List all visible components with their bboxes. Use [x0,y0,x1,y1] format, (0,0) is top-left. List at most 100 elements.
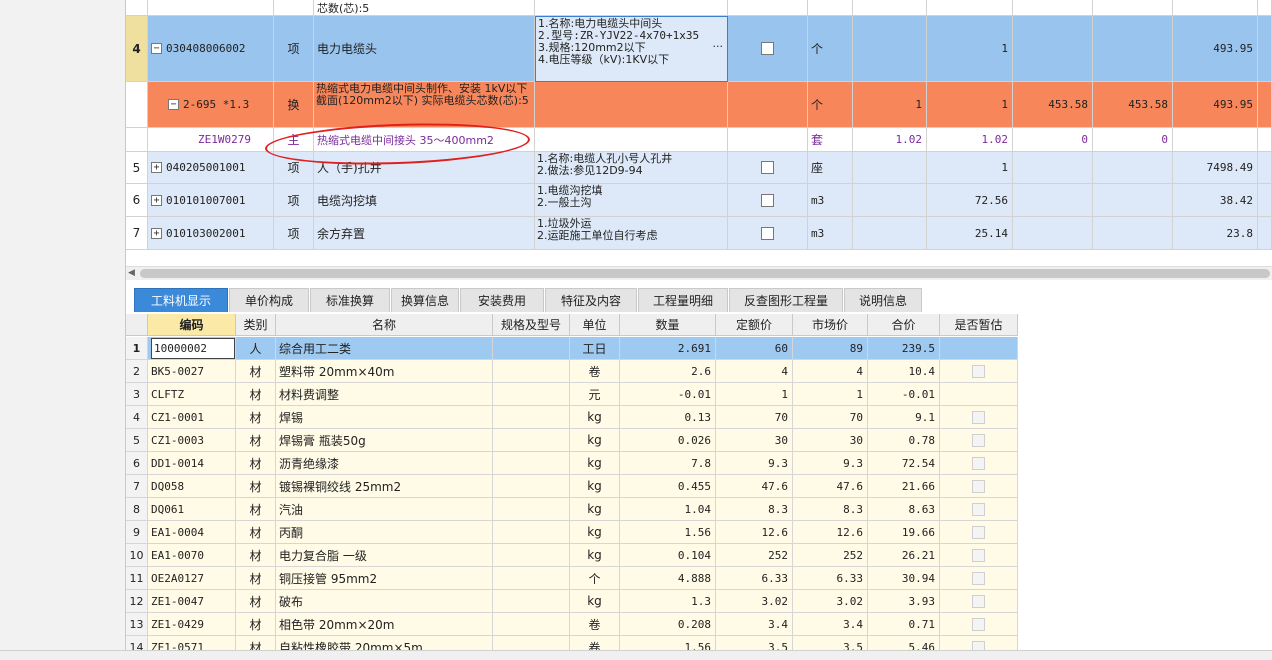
provisional-flag[interactable] [940,406,1018,429]
material-code[interactable]: ZE1-0571 [148,636,236,650]
total-price[interactable]: 10.4 [868,360,940,383]
expand-icon[interactable]: + [151,194,162,206]
market-price[interactable]: 3.5 [793,636,868,650]
material-unit[interactable]: kg [570,544,620,567]
material-unit[interactable]: 卷 [570,360,620,383]
more-button[interactable]: ··· [713,41,724,53]
material-name[interactable]: 焊锡 [276,406,493,429]
material-category[interactable]: 材 [236,567,276,590]
material-quantity[interactable]: 0.104 [620,544,716,567]
material-category[interactable]: 材 [236,452,276,475]
table-row[interactable]: 12 ZE1-0047 材破布 kg 1.3 3.02 3.02 3.93 [126,590,1018,613]
provisional-flag[interactable] [940,590,1018,613]
feature-cell[interactable]: 1.电缆沟挖填 2.一般土沟 [535,184,728,217]
material-category[interactable]: 材 [236,521,276,544]
checkbox[interactable] [972,548,985,562]
material-code[interactable]: CZ1-0003 [148,429,236,452]
expand-icon[interactable]: + [151,162,162,173]
total-price[interactable]: -0.01 [868,383,940,406]
table-row[interactable]: −2-695 *1.3 换 热缩式电力电缆中间头制作、安装 1kV以下 截面(1… [126,82,1272,128]
material-spec[interactable] [493,521,570,544]
material-spec[interactable] [493,452,570,475]
total-price[interactable]: 72.54 [868,452,940,475]
tab-conversion-info[interactable]: 换算信息 [391,288,459,312]
material-spec[interactable] [493,636,570,650]
table-row[interactable]: 11 OE2A0127 材铜压接管 95mm2 个 4.888 6.33 6.33 30.94 [126,567,1018,590]
table-row[interactable]: 6 DD1-0014 材沥青绝缘漆 kg 7.8 9.3 9.3 72.54 [126,452,1018,475]
material-unit[interactable]: 工日 [570,337,620,360]
material-quantity[interactable]: 1.56 [620,636,716,650]
material-name[interactable]: 焊锡膏 瓶装50g [276,429,493,452]
column-header[interactable]: 单位 [570,314,620,336]
tab-install-fee[interactable]: 安装费用 [460,288,544,312]
provisional-flag[interactable] [940,544,1018,567]
material-spec[interactable] [493,544,570,567]
provisional-flag[interactable] [940,613,1018,636]
quota-price[interactable]: 30 [716,429,793,452]
column-header[interactable]: 合价 [868,314,940,336]
table-row[interactable]: 芯数(芯):5 [126,0,1272,16]
table-row[interactable]: 6 +010101007001 项 电缆沟挖填 1.电缆沟挖填 2.一般土沟 m… [126,184,1272,217]
material-unit[interactable]: kg [570,406,620,429]
material-code[interactable]: ZE1-0047 [148,590,236,613]
material-category[interactable]: 材 [236,429,276,452]
material-code[interactable]: CLFTZ [148,383,236,406]
provisional-flag[interactable] [940,567,1018,590]
total-price[interactable]: 0.78 [868,429,940,452]
quota-price[interactable]: 3.4 [716,613,793,636]
feature-cell[interactable]: 1.名称:电力电缆头中间头 2.型号:ZR-YJV22-4x70+1x35 3.… [535,16,728,82]
material-code[interactable]: OE2A0127 [148,567,236,590]
table-row[interactable]: 2 BK5-0027 材塑料带 20mm×40m 卷 2.6 4 4 10.4 [126,360,1018,383]
feature-cell[interactable]: 1.垃圾外运 2.运距施工单位自行考虑 [535,217,728,250]
column-header[interactable]: 是否暂估 [940,314,1018,336]
material-category[interactable]: 材 [236,406,276,429]
material-unit[interactable]: kg [570,521,620,544]
material-category[interactable]: 材 [236,590,276,613]
material-code[interactable]: 10000002 [148,337,236,360]
provisional-flag[interactable] [940,360,1018,383]
table-row[interactable]: 7 DQ058 材镀锡裸铜绞线 25mm2 kg 0.455 47.6 47.6 21.66 [126,475,1018,498]
material-quantity[interactable]: 0.455 [620,475,716,498]
material-category[interactable]: 材 [236,544,276,567]
material-unit[interactable]: 卷 [570,613,620,636]
quota-price[interactable]: 12.6 [716,521,793,544]
quota-price[interactable]: 1 [716,383,793,406]
quota-price[interactable]: 252 [716,544,793,567]
market-price[interactable]: 3.4 [793,613,868,636]
table-row[interactable]: 5 CZ1-0003 材焊锡膏 瓶装50g kg 0.026 30 30 0.78 [126,429,1018,452]
checkbox[interactable] [761,161,774,174]
market-price[interactable]: 6.33 [793,567,868,590]
material-unit[interactable]: 元 [570,383,620,406]
column-header[interactable]: 数量 [620,314,716,336]
checkbox[interactable] [761,42,774,55]
total-price[interactable]: 239.5 [868,337,940,360]
material-spec[interactable] [493,337,570,360]
tab-notes[interactable]: 说明信息 [844,288,922,312]
quota-price[interactable]: 47.6 [716,475,793,498]
material-category[interactable]: 材 [236,613,276,636]
checkbox[interactable] [972,502,985,516]
quota-price[interactable]: 3.02 [716,590,793,613]
scrollbar-thumb[interactable] [140,269,1270,278]
table-row[interactable]: 3 CLFTZ 材材料费调整元 -0.01 1 1 -0.01 [126,383,1018,406]
material-unit[interactable]: kg [570,498,620,521]
market-price[interactable]: 8.3 [793,498,868,521]
quota-price[interactable]: 4 [716,360,793,383]
table-row[interactable]: 9 EA1-0004 材丙酮 kg 1.56 12.6 12.6 19.66 [126,521,1018,544]
market-price[interactable]: 47.6 [793,475,868,498]
material-name[interactable]: 沥青绝缘漆 [276,452,493,475]
table-row[interactable]: 4 CZ1-0001 材焊锡 kg 0.13 70 70 9.1 [126,406,1018,429]
material-spec[interactable] [493,429,570,452]
material-name[interactable]: 汽油 [276,498,493,521]
material-name[interactable]: 破布 [276,590,493,613]
checkbox[interactable] [972,571,985,585]
total-price[interactable]: 0.71 [868,613,940,636]
material-name[interactable]: 塑料带 20mm×40m [276,360,493,383]
table-row[interactable]: 7 +010103002001 项 余方弃置 1.垃圾外运 2.运距施工单位自行… [126,217,1272,250]
material-category[interactable]: 材 [236,636,276,650]
material-quantity[interactable]: 0.208 [620,613,716,636]
material-category[interactable]: 人 [236,337,276,360]
material-code[interactable]: CZ1-0001 [148,406,236,429]
market-price[interactable]: 30 [793,429,868,452]
material-code[interactable]: ZE1-0429 [148,613,236,636]
